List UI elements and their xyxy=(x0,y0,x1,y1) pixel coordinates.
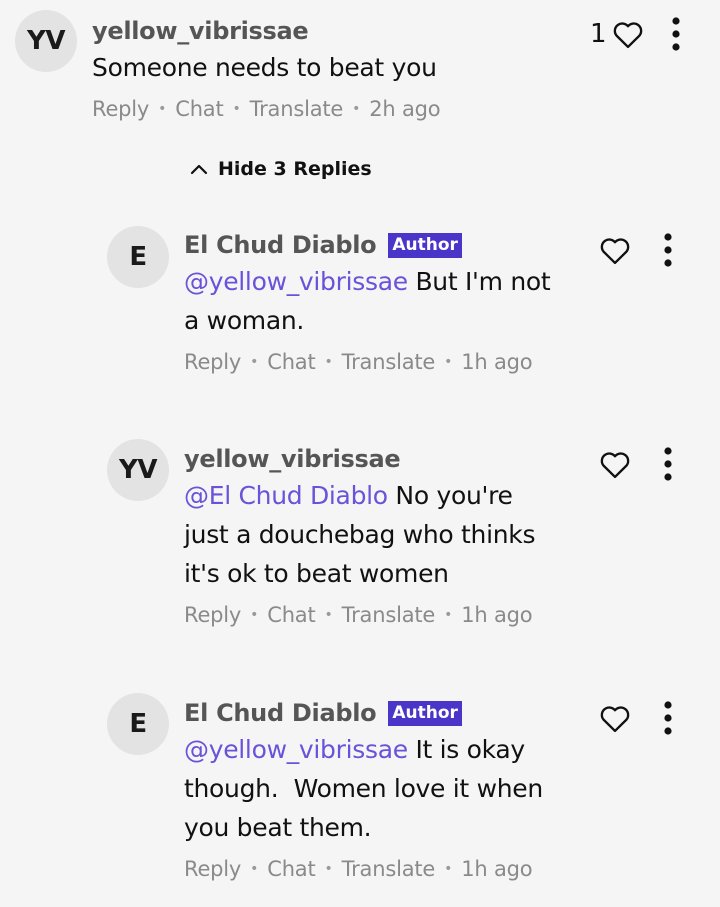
author-badge: Author xyxy=(388,232,462,258)
reply-username[interactable]: El Chud Diablo xyxy=(184,231,377,259)
comment-text: Someone needs to beat you xyxy=(92,53,437,82)
avatar-initials: YV xyxy=(27,26,65,56)
chat-button[interactable]: Chat xyxy=(267,603,315,627)
separator: • xyxy=(444,354,453,370)
reply-button[interactable]: Reply xyxy=(184,603,241,627)
reply-text-line: you beat them. xyxy=(184,813,372,842)
heart-outline-icon xyxy=(600,238,630,265)
reply-text: @yellow_vibrissae But I'm not a woman. xyxy=(184,262,604,340)
more-options-button[interactable] xyxy=(658,232,678,268)
like-button[interactable] xyxy=(598,702,632,734)
translate-button[interactable]: Translate xyxy=(342,857,436,881)
more-options-button[interactable] xyxy=(658,700,678,736)
separator: • xyxy=(158,101,167,117)
separator: • xyxy=(324,607,333,623)
reply-text: @El Chud Diablo No you're just a doucheb… xyxy=(184,476,604,593)
reply-text-line: No you're xyxy=(387,481,513,510)
avatar[interactable]: E xyxy=(107,226,169,288)
chevron-up-icon xyxy=(190,164,208,175)
reply-button[interactable]: Reply xyxy=(92,97,149,121)
separator: • xyxy=(444,607,453,623)
separator: • xyxy=(232,101,241,117)
separator: • xyxy=(250,607,259,623)
comment-username[interactable]: yellow_vibrissae xyxy=(92,17,309,45)
reply-username[interactable]: yellow_vibrissae xyxy=(184,445,401,473)
vertical-ellipsis-icon xyxy=(664,701,672,735)
heart-outline-icon xyxy=(600,452,630,479)
reply-item: YV yellow_vibrissae @El Chud Diablo No y… xyxy=(0,438,720,638)
like-button[interactable] xyxy=(611,18,645,50)
reply-text-line: It is okay xyxy=(407,735,525,764)
like-button[interactable] xyxy=(598,448,632,480)
mention-link[interactable]: @yellow_vibrissae xyxy=(184,735,408,764)
hide-replies-label: Hide 3 Replies xyxy=(218,158,372,180)
reply-timestamp: 1h ago xyxy=(461,350,533,374)
separator: • xyxy=(324,861,333,877)
heart-outline-icon xyxy=(600,706,630,733)
reply-username[interactable]: El Chud Diablo xyxy=(184,699,377,727)
avatar-initials: E xyxy=(129,709,147,739)
avatar-initials: E xyxy=(129,242,147,272)
reply-text-line: just a douchebag who thinks xyxy=(184,520,536,549)
separator: • xyxy=(352,101,361,117)
reply-text-line: a woman. xyxy=(184,306,305,335)
reply-actions: Reply • Chat • Translate • 1h ago xyxy=(184,603,604,627)
reply-button[interactable]: Reply xyxy=(184,857,241,881)
like-button[interactable] xyxy=(598,234,632,266)
reply-item: E El Chud Diablo Author @yellow_vibrissa… xyxy=(0,692,720,902)
mention-link[interactable]: @El Chud Diablo xyxy=(184,481,388,510)
comment-timestamp: 2h ago xyxy=(369,97,441,121)
comment-actions: Reply • Chat • Translate • 2h ago xyxy=(92,97,592,121)
chat-button[interactable]: Chat xyxy=(267,350,315,374)
reply-text-line: though. Women love it when xyxy=(184,774,543,803)
reply-button[interactable]: Reply xyxy=(184,350,241,374)
more-options-button[interactable] xyxy=(666,16,686,52)
reply-item: E El Chud Diablo Author @yellow_vibrissa… xyxy=(0,224,720,394)
vertical-ellipsis-icon xyxy=(664,233,672,267)
comment-thread: YV yellow_vibrissae Someone needs to bea… xyxy=(0,0,720,907)
chat-button[interactable]: Chat xyxy=(267,857,315,881)
avatar-initials: YV xyxy=(119,455,157,485)
author-badge: Author xyxy=(388,700,462,726)
reply-timestamp: 1h ago xyxy=(461,603,533,627)
translate-button[interactable]: Translate xyxy=(250,97,344,121)
reply-actions: Reply • Chat • Translate • 1h ago xyxy=(184,350,604,374)
chat-button[interactable]: Chat xyxy=(175,97,223,121)
separator: • xyxy=(250,861,259,877)
comment-top: YV yellow_vibrissae Someone needs to bea… xyxy=(0,0,720,140)
translate-button[interactable]: Translate xyxy=(342,603,436,627)
reply-timestamp: 1h ago xyxy=(461,857,533,881)
reply-text: @yellow_vibrissae It is okay though. Wom… xyxy=(184,730,604,847)
more-options-button[interactable] xyxy=(658,446,678,482)
avatar[interactable]: YV xyxy=(15,10,77,72)
reply-actions: Reply • Chat • Translate • 1h ago xyxy=(184,857,604,881)
avatar[interactable]: YV xyxy=(107,439,169,501)
separator: • xyxy=(444,861,453,877)
heart-outline-icon xyxy=(613,22,642,49)
reply-text-line: But I'm not xyxy=(407,267,551,296)
mention-link[interactable]: @yellow_vibrissae xyxy=(184,267,408,296)
hide-replies-button[interactable]: Hide 3 Replies xyxy=(190,158,372,180)
separator: • xyxy=(324,354,333,370)
separator: • xyxy=(250,354,259,370)
reply-text-line: it's ok to beat women xyxy=(184,559,449,588)
vertical-ellipsis-icon xyxy=(671,17,680,51)
like-count: 1 xyxy=(590,19,607,49)
vertical-ellipsis-icon xyxy=(664,447,672,481)
translate-button[interactable]: Translate xyxy=(342,350,436,374)
avatar[interactable]: E xyxy=(107,693,169,755)
